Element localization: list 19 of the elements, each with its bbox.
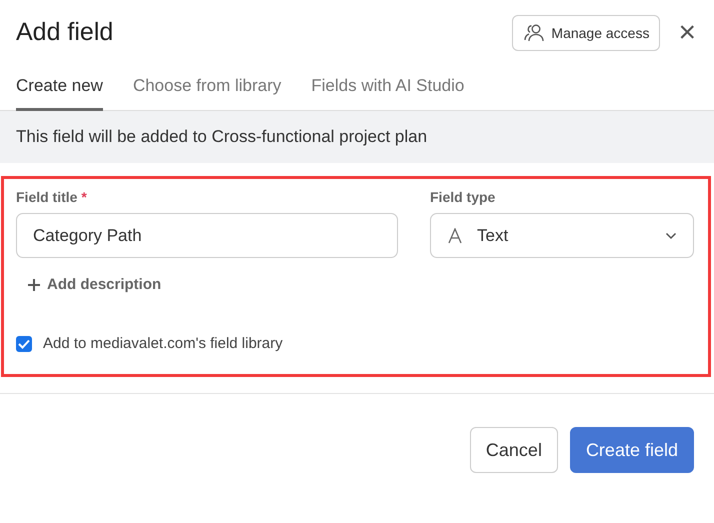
checkbox-label: Add to mediavalet.com's field library [43, 335, 283, 352]
tab[interactable]: Fields with AI Studio [311, 76, 464, 111]
checkbox[interactable] [16, 336, 32, 352]
create-button[interactable]: Create field [570, 427, 694, 473]
cancel-button[interactable]: Cancel [470, 427, 558, 473]
people-icon [523, 22, 546, 42]
letter-icon [447, 228, 463, 244]
chevron-down-icon [665, 232, 677, 240]
field-label: Field type [430, 189, 496, 205]
manage-access-button[interactable]: Manage access [512, 14, 660, 50]
dropdown[interactable]: Text [430, 213, 694, 258]
info-banner: This field will be added to Cross-functional project plan [0, 111, 714, 163]
field-label: Field title * [16, 189, 88, 205]
tab[interactable]: Choose from library [132, 76, 282, 111]
close-button[interactable]: × [678, 18, 696, 48]
plus-icon [28, 278, 40, 290]
dialog-title: Add field [16, 18, 114, 47]
add-description-button[interactable]: Add description [28, 276, 162, 293]
input-field[interactable]: Category Path [16, 213, 398, 258]
